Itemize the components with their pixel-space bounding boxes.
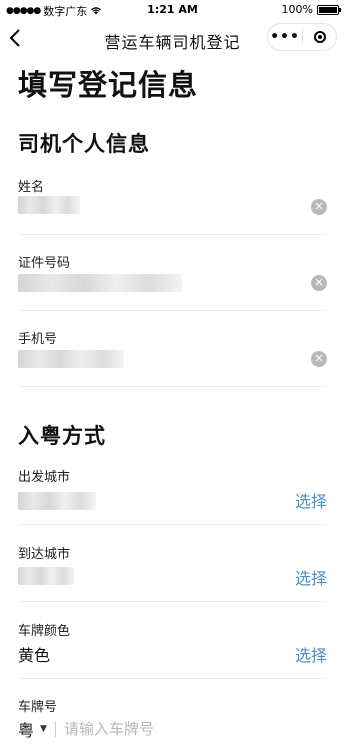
field-divider <box>18 310 327 311</box>
arrival-city-value-redacted <box>18 567 74 585</box>
departure-city-field[interactable]: 出发城市 选择 <box>18 466 327 526</box>
plate-number-label-row: 车牌号 <box>18 696 327 716</box>
battery-percent: 100% <box>281 3 313 16</box>
arrival-city-field[interactable]: 到达城市 选择 <box>18 543 327 603</box>
plate-color-value: 黄色 <box>18 646 51 665</box>
id-number-field[interactable]: 证件号码 ✕ <box>18 252 327 312</box>
status-bar: ●●●●● 数字广东 1:21 AM 100% <box>0 0 345 20</box>
plate-number-input[interactable] <box>63 720 264 738</box>
target-circle-icon <box>313 31 326 43</box>
plate-color-select-button[interactable]: 选择 <box>295 642 327 666</box>
close-miniprogram-button[interactable] <box>303 31 336 43</box>
section-title-personal: 司机个人信息 <box>18 132 150 156</box>
name-value-redacted <box>18 196 80 214</box>
plate-number-input-row: 粤 ▼ <box>18 718 327 740</box>
nav-bar: 营运车辆司机登记 ••• <box>0 20 345 60</box>
field-divider <box>18 386 327 387</box>
miniprogram-capsule: ••• <box>267 23 337 51</box>
arrival-city-label: 到达城市 <box>18 547 71 562</box>
phone-field[interactable]: 手机号 ✕ <box>18 328 327 388</box>
field-divider <box>18 234 327 235</box>
plate-number-label: 车牌号 <box>18 700 58 715</box>
field-divider <box>18 678 327 679</box>
plate-color-label: 车牌颜色 <box>18 624 71 639</box>
more-menu-button[interactable]: ••• <box>268 29 302 45</box>
caret-down-icon[interactable]: ▼ <box>40 724 47 734</box>
battery-icon <box>317 4 341 15</box>
id-number-value-redacted <box>18 274 182 292</box>
field-divider <box>18 524 327 525</box>
page-title: 填写登记信息 <box>18 68 199 102</box>
phone-label: 手机号 <box>18 332 58 347</box>
plate-color-field[interactable]: 车牌颜色 黄色 选择 <box>18 620 327 680</box>
arrival-select-button[interactable]: 选择 <box>295 565 327 589</box>
plate-input-divider <box>54 721 56 737</box>
status-right: 100% <box>281 3 341 16</box>
section-title-entry: 入粤方式 <box>18 424 106 448</box>
id-number-label: 证件号码 <box>18 256 71 271</box>
clear-icon[interactable]: ✕ <box>311 199 327 215</box>
clear-icon[interactable]: ✕ <box>311 275 327 291</box>
plate-province-select[interactable]: 粤 <box>18 717 34 741</box>
departure-city-value-redacted <box>18 492 96 510</box>
name-label: 姓名 <box>18 180 45 195</box>
field-divider <box>18 601 327 602</box>
departure-city-label: 出发城市 <box>18 470 71 485</box>
clear-icon[interactable]: ✕ <box>311 351 327 367</box>
phone-value-redacted <box>18 350 124 368</box>
departure-select-button[interactable]: 选择 <box>295 488 327 512</box>
name-field[interactable]: 姓名 ✕ <box>18 176 327 236</box>
